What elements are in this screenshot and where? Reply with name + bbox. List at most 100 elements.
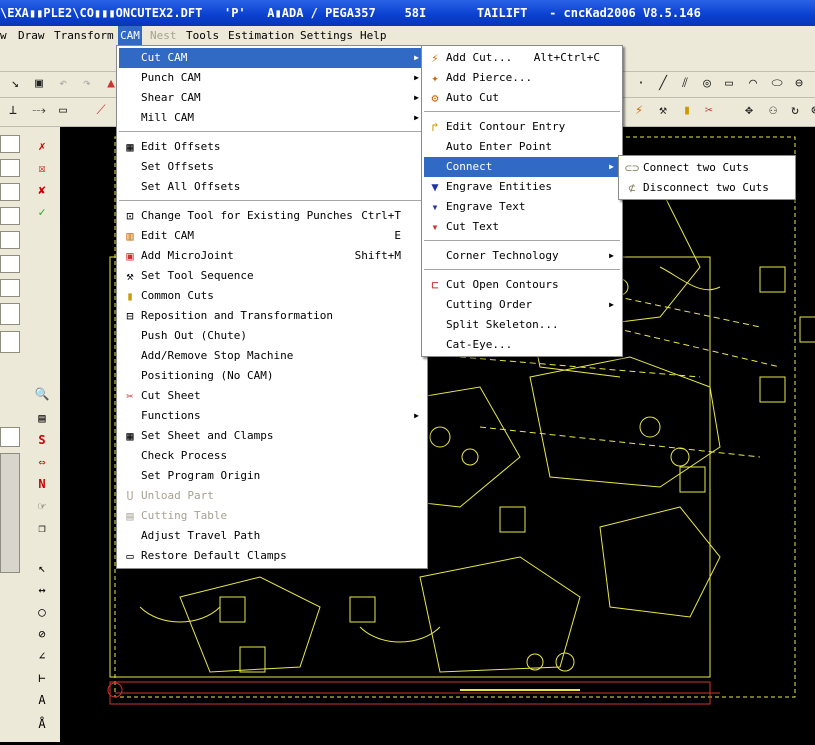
- menu-item-edit-offsets[interactable]: ▦ Edit Offsets: [119, 137, 425, 157]
- shapes-icon[interactable]: ⚇: [764, 102, 782, 120]
- menu-item-shear-cam[interactable]: Shear CAM ▶: [119, 88, 425, 108]
- menu-item-stop-machine[interactable]: Add/Remove Stop Machine: [119, 346, 425, 366]
- menu-item-engrave-entities[interactable]: ▼ Engrave Entities: [424, 177, 620, 197]
- menu-item-cut-open-contours[interactable]: ⊏ Cut Open Contours: [424, 275, 620, 295]
- menu-item-edit-cam[interactable]: ▥ Edit CAM E: [119, 226, 425, 246]
- scissors-icon[interactable]: ✂: [700, 102, 718, 120]
- menu-item-corner-technology[interactable]: Corner Technology ▶: [424, 246, 620, 266]
- slash-tool-icon[interactable]: ⟋: [92, 102, 110, 120]
- st-icon[interactable]: S: [32, 431, 52, 449]
- menu-item-mill-cam[interactable]: Mill CAM ▶: [119, 108, 425, 128]
- dock-field[interactable]: [0, 279, 20, 297]
- arrow-icon[interactable]: ↘: [6, 75, 24, 93]
- redo-icon[interactable]: ↷: [78, 75, 96, 93]
- text-a-icon[interactable]: A: [32, 691, 52, 709]
- dock-field[interactable]: [0, 159, 20, 177]
- menu-nest[interactable]: Nest: [150, 26, 178, 45]
- circle-icon[interactable]: ◎: [698, 75, 716, 93]
- dot-icon[interactable]: ·: [632, 75, 650, 93]
- nc-icon[interactable]: N: [32, 475, 52, 493]
- dock-field[interactable]: [0, 427, 20, 447]
- delete-icon[interactable]: ⊗: [806, 102, 815, 120]
- menu-transform[interactable]: Transform: [54, 26, 114, 45]
- menu-settings[interactable]: Settings: [300, 26, 353, 45]
- menu-item-set-offsets[interactable]: Set Offsets: [119, 157, 425, 177]
- dimension-icon[interactable]: ⊢: [32, 669, 52, 687]
- cross-box-icon[interactable]: ☒: [32, 159, 52, 177]
- dock-field[interactable]: [0, 331, 20, 353]
- menu-item-add-cut[interactable]: ⚡ Add Cut... Alt+Ctrl+C: [424, 48, 620, 68]
- menu-draw[interactable]: Draw: [18, 26, 46, 45]
- copy-icon[interactable]: ❐: [32, 519, 52, 537]
- box-icon[interactable]: ▭: [54, 102, 72, 120]
- menu-item-engrave-text[interactable]: ▾ Engrave Text: [424, 197, 620, 217]
- hand-icon[interactable]: ☞: [32, 497, 52, 515]
- cut-tool-icon[interactable]: ⚡: [630, 102, 648, 120]
- save-icon[interactable]: ▣: [30, 75, 48, 93]
- menu-item-cut-sheet[interactable]: ✂ Cut Sheet: [119, 386, 425, 406]
- hammer-icon[interactable]: ⚒: [654, 102, 672, 120]
- menu-item-change-tool[interactable]: ⊡ Change Tool for Existing Punches Ctrl+…: [119, 206, 425, 226]
- half-circle-icon[interactable]: ⊖: [790, 75, 808, 93]
- menu-estimation[interactable]: Estimation: [228, 26, 294, 45]
- move-icon[interactable]: ✥: [740, 102, 758, 120]
- menu-item-connect-two-cuts[interactable]: ⊂⊃ Connect two Cuts: [621, 158, 793, 178]
- sheet-icon[interactable]: ▤: [32, 409, 52, 427]
- column-icon[interactable]: ▮: [678, 102, 696, 120]
- menu-item-punch-cam[interactable]: Punch CAM ▶: [119, 68, 425, 88]
- cross-arrow-icon[interactable]: ✘: [32, 181, 52, 199]
- menu-item-connect[interactable]: Connect ▶: [424, 157, 620, 177]
- menu-item-positioning[interactable]: Positioning (No CAM): [119, 366, 425, 386]
- menu-item-cut-cam[interactable]: Cut CAM ▶: [119, 48, 425, 68]
- menu-item-reposition[interactable]: ⊟ Reposition and Transformation: [119, 306, 425, 326]
- check-icon[interactable]: ✓: [32, 203, 52, 221]
- rotate-icon[interactable]: ↻: [786, 102, 804, 120]
- menu-item-sheet-clamps[interactable]: ▦ Set Sheet and Clamps: [119, 426, 425, 446]
- menu-help[interactable]: Help: [360, 26, 388, 45]
- dock-field[interactable]: [0, 231, 20, 249]
- menu-item-cut-text[interactable]: ▾ Cut Text: [424, 217, 620, 237]
- menu-item-disconnect-two-cuts[interactable]: ⊄ Disconnect two Cuts: [621, 178, 793, 198]
- circle-tool-icon[interactable]: ◯: [32, 603, 52, 621]
- parallel-line-icon[interactable]: ⫽: [676, 75, 694, 93]
- cross-icon[interactable]: ✗: [32, 137, 52, 155]
- rectangle-icon[interactable]: ▭: [720, 75, 738, 93]
- menu-item-functions[interactable]: Functions ▶: [119, 406, 425, 426]
- menu-item-travel-path[interactable]: Adjust Travel Path: [119, 526, 425, 546]
- dock-field[interactable]: [0, 183, 20, 201]
- dash-line-icon[interactable]: ⤏: [30, 102, 48, 120]
- menu-item-common-cuts[interactable]: ▮ Common Cuts: [119, 286, 425, 306]
- menu-item-cutting-table[interactable]: ▤ Cutting Table: [119, 506, 425, 526]
- menu-item-auto-enter-point[interactable]: Auto Enter Point: [424, 137, 620, 157]
- menu-item-program-origin[interactable]: Set Program Origin: [119, 466, 425, 486]
- menu-item-set-all-offsets[interactable]: Set All Offsets: [119, 177, 425, 197]
- menu-item-set-tool-sequence[interactable]: ⚒ Set Tool Sequence: [119, 266, 425, 286]
- menu-item-cutting-order[interactable]: Cutting Order ▶: [424, 295, 620, 315]
- zoom-icon[interactable]: 🔍: [32, 385, 52, 403]
- menu-item-push-out[interactable]: Push Out (Chute): [119, 326, 425, 346]
- menu-item-split-skeleton[interactable]: Split Skeleton...: [424, 315, 620, 335]
- menu-window[interactable]: w: [0, 26, 14, 45]
- pointer-icon[interactable]: ↖: [32, 559, 52, 577]
- menu-item-contour-entry[interactable]: ↱ Edit Contour Entry: [424, 117, 620, 137]
- dock-field[interactable]: [0, 135, 20, 153]
- menu-item-auto-cut[interactable]: ⚙ Auto Cut: [424, 88, 620, 108]
- angle-icon[interactable]: ∠: [32, 647, 52, 665]
- line-icon[interactable]: ╱: [654, 75, 672, 93]
- menu-item-unload-part[interactable]: U Unload Part: [119, 486, 425, 506]
- arc-icon[interactable]: ◠: [744, 75, 762, 93]
- oval-icon[interactable]: ⬭: [768, 75, 786, 93]
- menu-item-restore-clamps[interactable]: ▭ Restore Default Clamps: [119, 546, 425, 566]
- text-a-dim-icon[interactable]: Å: [32, 715, 52, 733]
- dock-field[interactable]: [0, 303, 20, 325]
- menu-item-cat-eye[interactable]: Cat-Eye...: [424, 335, 620, 355]
- menu-item-add-microjoint[interactable]: ▣ Add MicroJoint Shift+M: [119, 246, 425, 266]
- dock-field[interactable]: [0, 207, 20, 225]
- menu-item-add-pierce[interactable]: ✦ Add Pierce...: [424, 68, 620, 88]
- grid-line-icon[interactable]: ⊥: [4, 102, 22, 120]
- menu-cam[interactable]: CAM: [118, 26, 142, 45]
- menu-tools[interactable]: Tools: [186, 26, 220, 45]
- undo-icon[interactable]: ↶: [54, 75, 72, 93]
- dock-field[interactable]: [0, 255, 20, 273]
- menu-item-check-process[interactable]: Check Process: [119, 446, 425, 466]
